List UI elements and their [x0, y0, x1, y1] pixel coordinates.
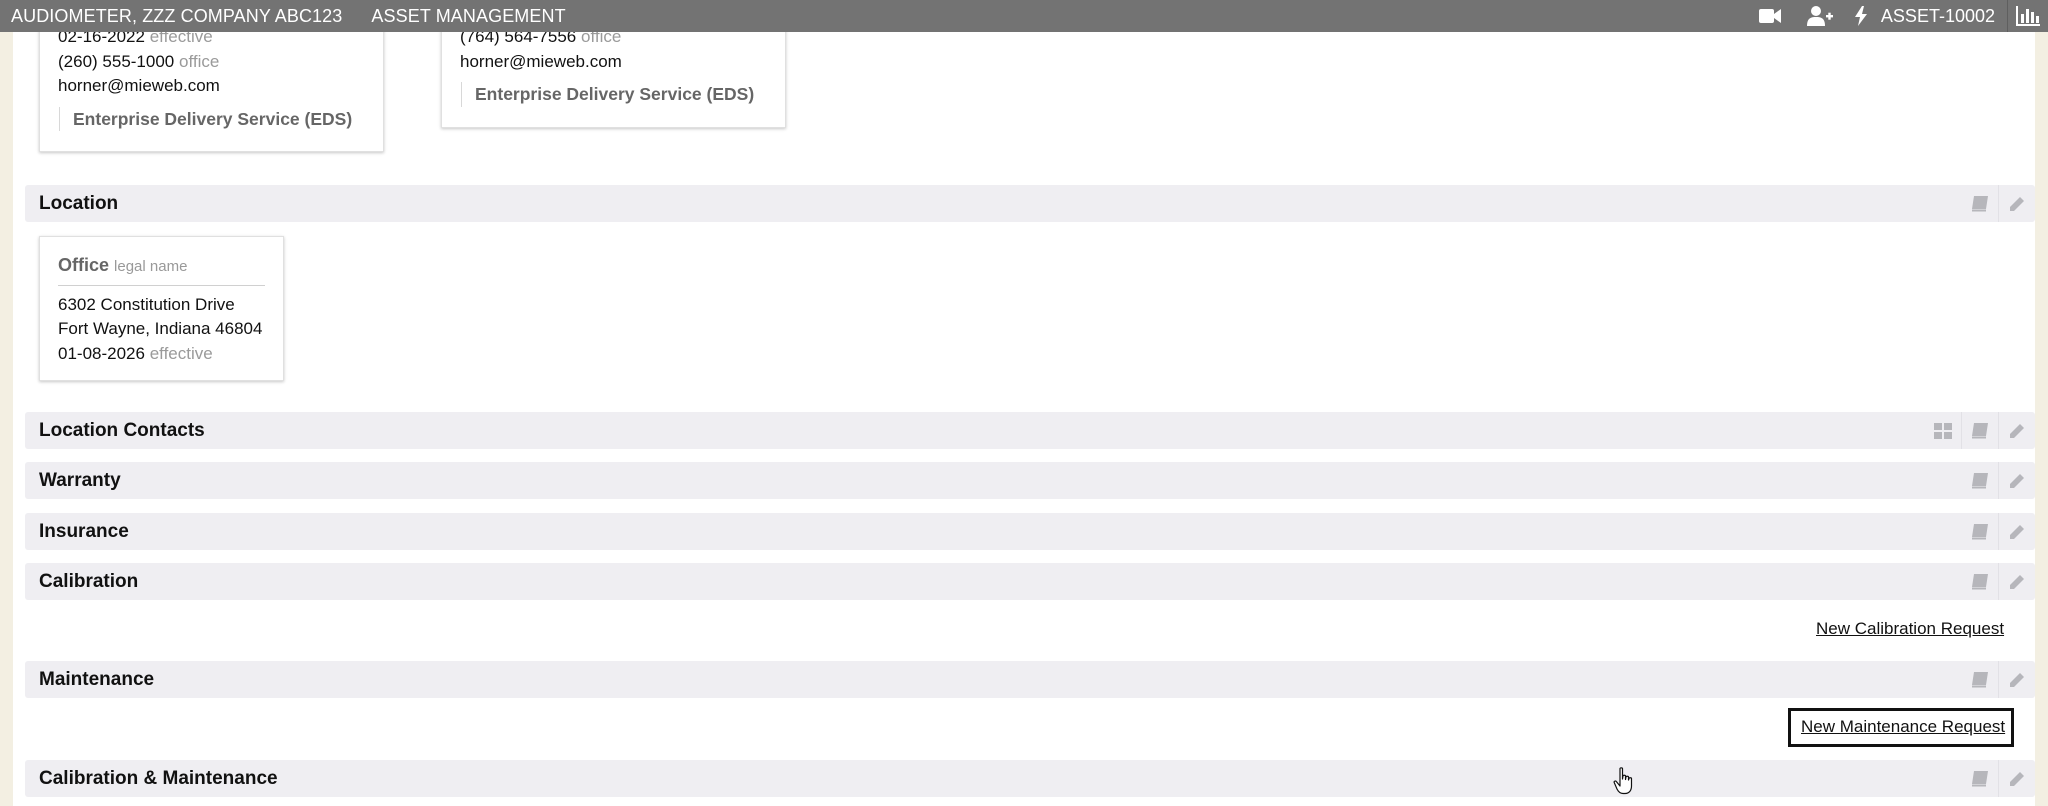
section-warranty: Warranty: [25, 462, 2035, 499]
pencil-icon[interactable]: [1998, 563, 2035, 600]
book-icon[interactable]: [1961, 513, 1998, 550]
book-icon[interactable]: [1961, 185, 1998, 222]
section-location: Location: [25, 185, 2035, 222]
contact-organization: Enterprise Delivery Service (EDS): [59, 106, 383, 131]
contact-organization: Enterprise Delivery Service (EDS): [461, 82, 785, 107]
section-calibration-maintenance: Calibration & Maintenance: [25, 760, 2035, 797]
section-title: Location Contacts: [39, 419, 205, 441]
divider: [2007, 0, 2008, 32]
asset-id[interactable]: ASSET-10002: [1881, 6, 1995, 27]
book-icon[interactable]: [1961, 462, 1998, 499]
new-maintenance-request-link[interactable]: New Maintenance Request: [1788, 708, 2015, 747]
section-title: Warranty: [39, 469, 121, 491]
section-insurance: Insurance: [25, 513, 2035, 550]
add-user-icon[interactable]: [1806, 6, 1833, 26]
pencil-icon[interactable]: [1998, 513, 2035, 550]
book-icon[interactable]: [1961, 661, 1998, 698]
section-calibration: Calibration: [25, 563, 2035, 600]
book-icon[interactable]: [1961, 563, 1998, 600]
section-location-contacts: Location Contacts: [25, 412, 2035, 449]
new-calibration-request-link[interactable]: New Calibration Request: [1816, 619, 2004, 639]
contact-email[interactable]: horner@mieweb.com: [58, 74, 383, 99]
section-maintenance: Maintenance: [25, 661, 2035, 698]
section-title: Insurance: [39, 520, 129, 542]
pencil-icon[interactable]: [1998, 760, 2035, 797]
contact-email[interactable]: horner@mieweb.com: [460, 50, 785, 75]
patient-title: AUDIOMETER, ZZZ COMPANY ABC123: [11, 5, 343, 26]
book-icon[interactable]: [1961, 760, 1998, 797]
section-title: Maintenance: [39, 668, 155, 690]
location-name: Office legal name: [58, 253, 265, 286]
pencil-icon[interactable]: [1998, 185, 2035, 222]
contact-date-line: 02-16-2022 effective: [58, 32, 213, 46]
video-icon[interactable]: [1758, 8, 1781, 24]
section-title: Calibration & Maintenance: [39, 767, 278, 789]
location-street: 6302 Constitution Drive: [58, 294, 235, 314]
grid-icon[interactable]: [1924, 412, 1961, 449]
location-city: Fort Wayne, Indiana 46804: [58, 319, 263, 338]
section-title: Calibration: [39, 570, 139, 592]
bar-chart-icon[interactable]: [2016, 6, 2040, 26]
bolt-icon[interactable]: [1854, 6, 1867, 26]
contact-phone-line: (260) 555-1000 office: [58, 51, 220, 71]
book-icon[interactable]: [1961, 412, 1998, 449]
location-card: Office legal name 6302 Constitution Driv…: [39, 236, 284, 381]
main-content: 02-16-2022 effective (260) 555-1000 offi…: [13, 32, 2035, 806]
location-date-line: 01-08-2026 effective: [58, 343, 213, 363]
pencil-icon[interactable]: [1998, 462, 2035, 499]
top-bar: AUDIOMETER, ZZZ COMPANY ABC123 ASSET MAN…: [0, 0, 2048, 32]
contact-phone-line: (764) 564-7556 office: [460, 32, 622, 46]
section-title: Location: [39, 192, 119, 214]
pencil-icon[interactable]: [1998, 412, 2035, 449]
contact-card: 02-16-2022 effective (260) 555-1000 offi…: [39, 32, 384, 152]
module-title[interactable]: ASSET MANAGEMENT: [371, 6, 565, 27]
hand-cursor-icon: [1613, 767, 1633, 795]
pencil-icon[interactable]: [1998, 661, 2035, 698]
contact-card: (764) 564-7556 office horner@mieweb.com …: [441, 32, 786, 128]
